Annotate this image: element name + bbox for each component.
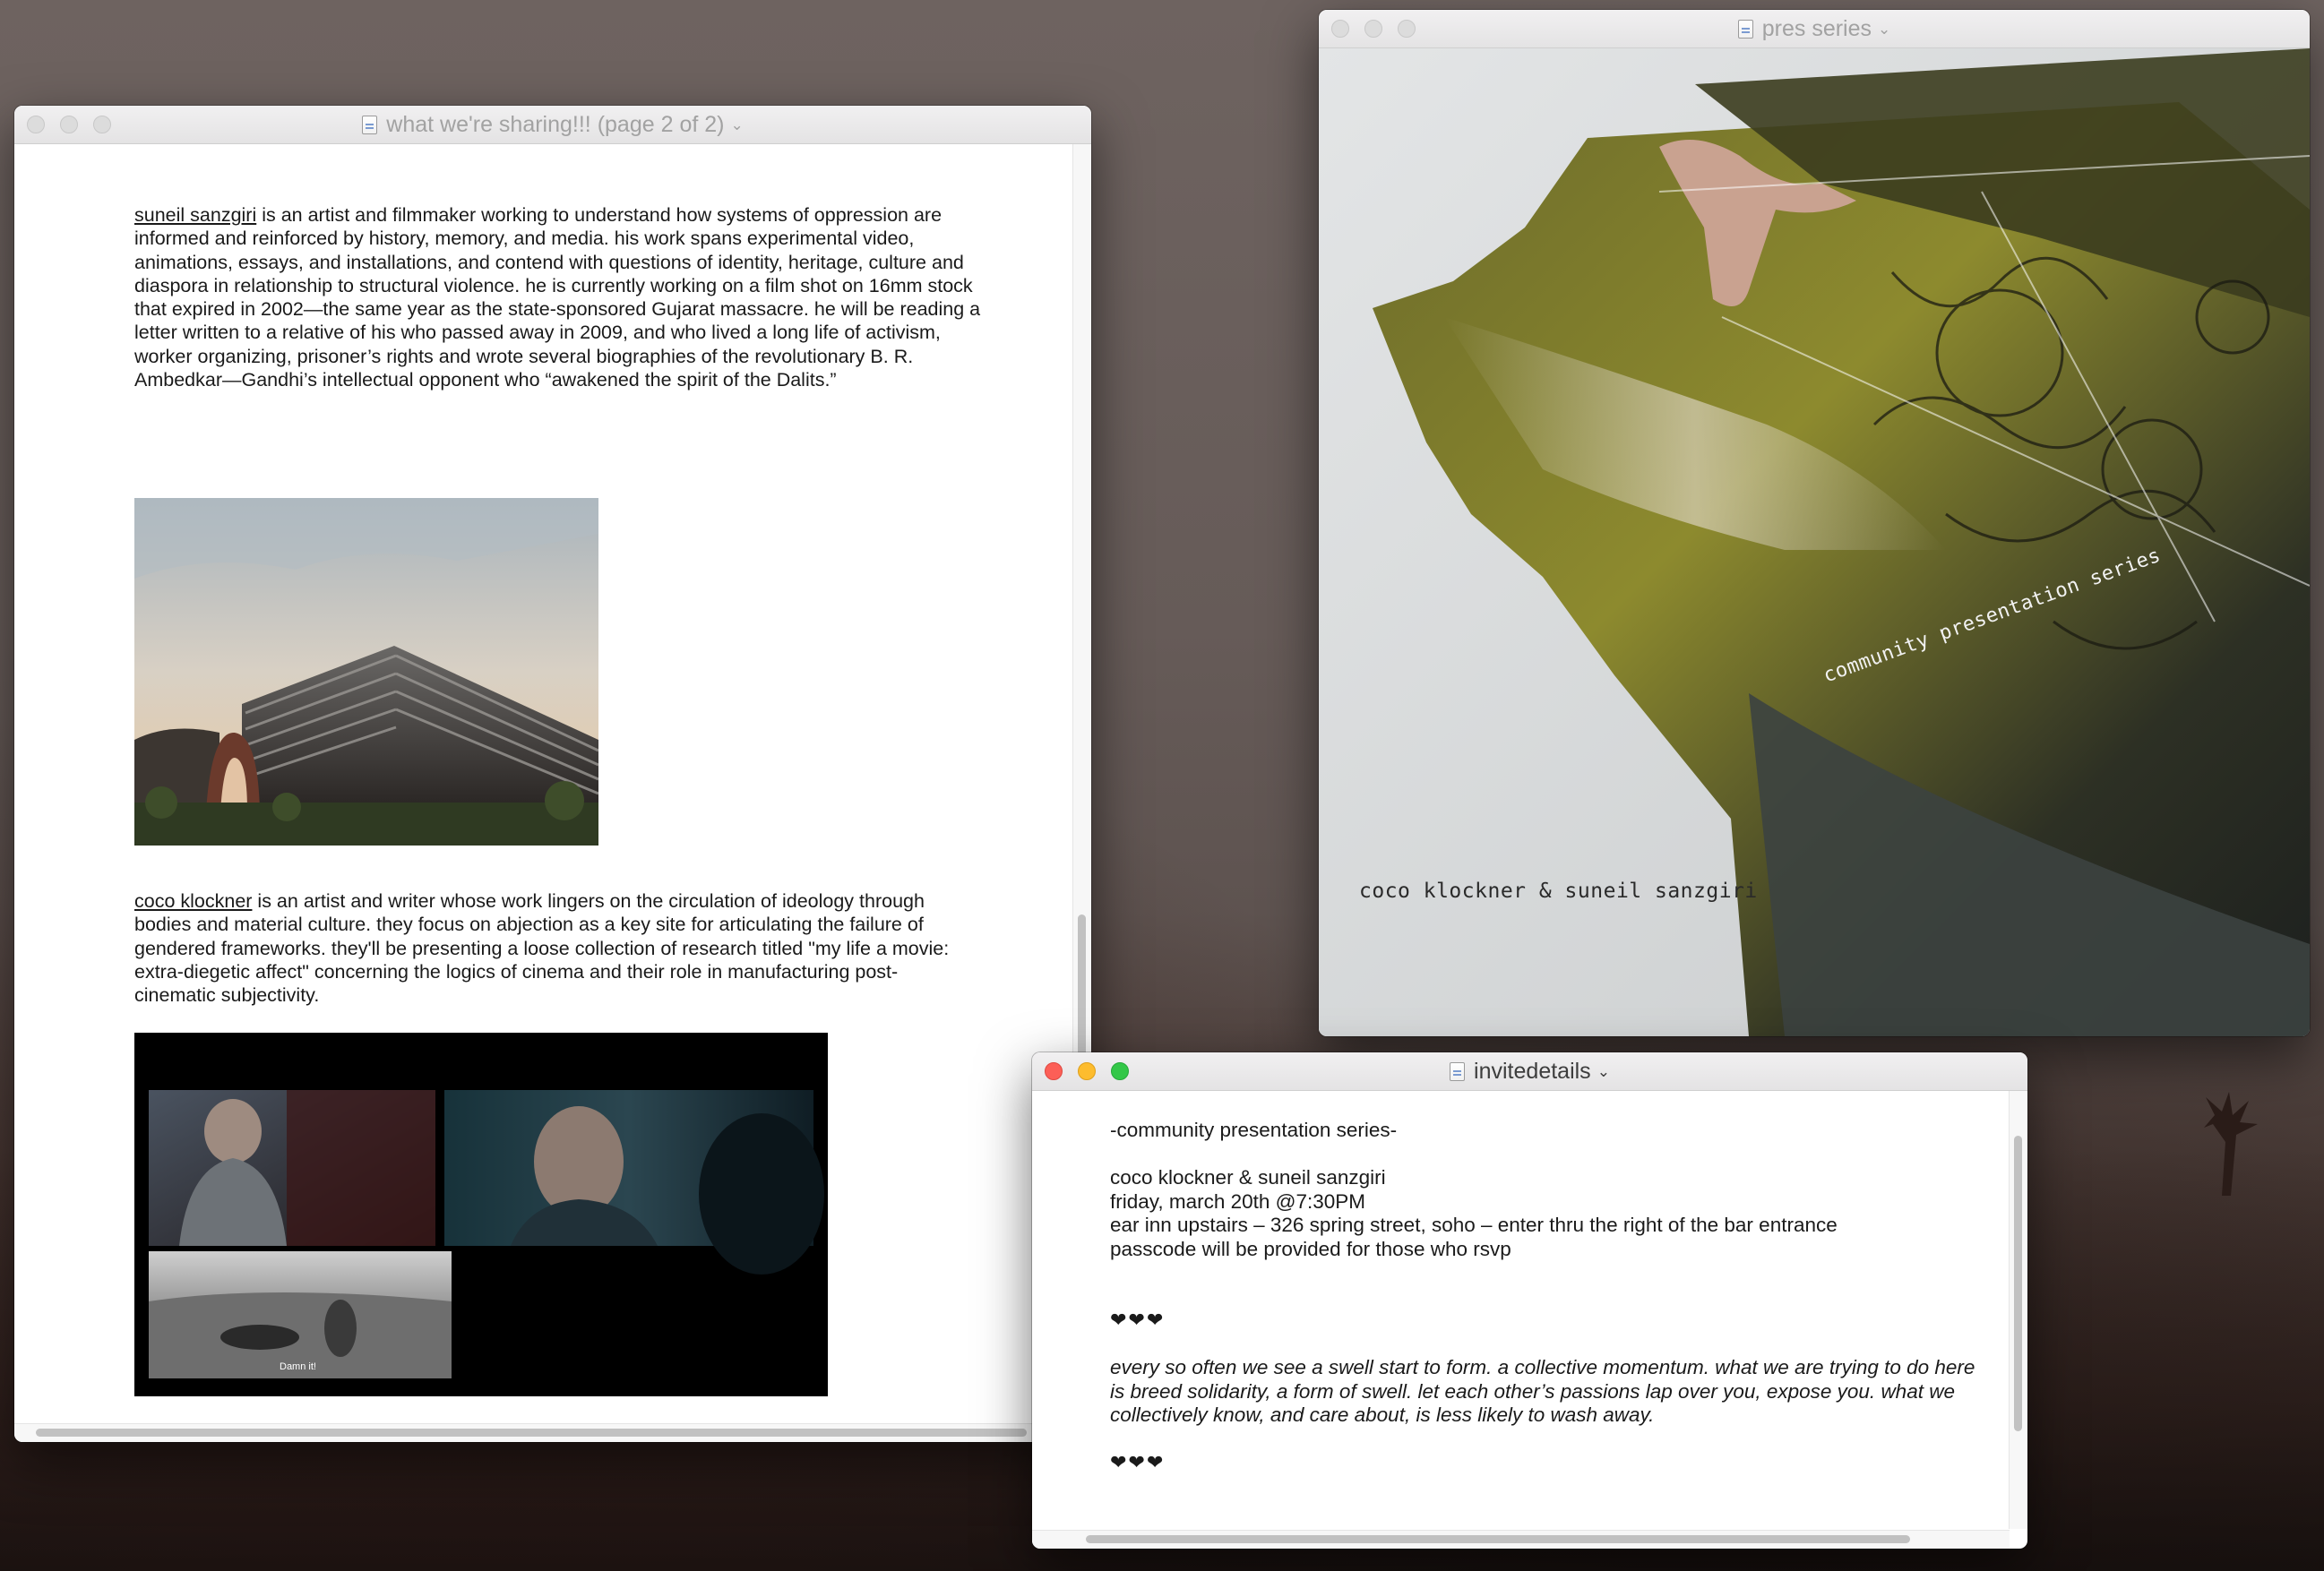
invite-passcode: passcode will be provided for those who … <box>1110 1237 1511 1260</box>
pres-window-titlebar[interactable]: pres series ⌄ <box>1319 10 2310 48</box>
horizontal-scroll-thumb[interactable] <box>1086 1535 1910 1543</box>
close-button[interactable] <box>27 116 45 133</box>
zoom-button[interactable] <box>1398 20 1416 38</box>
invite-names: coco klockner & suneil sanzgiri <box>1110 1166 1386 1189</box>
stills-illustration: Damn it! <box>149 1090 824 1378</box>
presentation-poster-image: community presentation series coco klock… <box>1319 48 2310 1036</box>
invite-venue: ear inn upstairs – 326 spring street, so… <box>1110 1214 1838 1236</box>
photo-museum-building <box>134 498 598 846</box>
zoom-button[interactable] <box>1111 1062 1129 1080</box>
window-controls <box>1331 20 1431 38</box>
invite-details-window[interactable]: invitedetails ⌄ -community presentation s… <box>1032 1052 2027 1549</box>
still-subtitle: Damn it! <box>280 1361 316 1372</box>
invite-statement: every so often we see a swell start to f… <box>1110 1356 1975 1426</box>
window-controls <box>1045 1062 1144 1080</box>
bio-suneil: suneil sanzgiri is an artist and filmmak… <box>134 203 1000 391</box>
sharing-window-titlebar[interactable]: what we're sharing!!! (page 2 of 2) ⌄ <box>14 106 1091 144</box>
name-link-coco[interactable]: coco klockner <box>134 890 252 912</box>
chevron-down-icon[interactable]: ⌄ <box>730 114 743 137</box>
chevron-down-icon[interactable]: ⌄ <box>1597 1060 1610 1084</box>
invite-heading: -community presentation series- <box>1110 1119 1398 1141</box>
bio-coco-text: is an artist and writer whose work linge… <box>134 890 950 1007</box>
zoom-button[interactable] <box>93 116 111 133</box>
document-page: suneil sanzgiri is an artist and filmmak… <box>14 144 1064 1403</box>
document-icon <box>362 116 378 134</box>
close-button[interactable] <box>1331 20 1349 38</box>
name-link-suneil[interactable]: suneil sanzgiri <box>134 204 256 226</box>
document-icon <box>1450 1062 1466 1081</box>
window-title[interactable]: pres series ⌄ <box>1737 16 1890 43</box>
invite-window-titlebar[interactable]: invitedetails ⌄ <box>1032 1052 2027 1091</box>
hearts-divider: ❤❤❤ <box>1110 1309 1166 1331</box>
minimize-button[interactable] <box>60 116 78 133</box>
window-title-text: pres series <box>1761 16 1872 41</box>
poster-names-caption: coco klockner & suneil sanzgiri <box>1359 880 1758 903</box>
film-stills-collage: Damn it! <box>134 1033 828 1396</box>
window-title[interactable]: what we're sharing!!! (page 2 of 2) ⌄ <box>362 112 744 139</box>
wallpaper-tree-silhouette <box>2204 1092 2258 1196</box>
bio-suneil-text: is an artist and filmmaker working to un… <box>134 204 981 391</box>
document-icon <box>1737 20 1753 39</box>
horizontal-scrollbar[interactable] <box>14 1423 1073 1442</box>
window-title[interactable]: invitedetails ⌄ <box>1450 1060 1610 1086</box>
chevron-down-icon[interactable]: ⌄ <box>1878 18 1890 41</box>
window-controls <box>27 116 126 133</box>
vertical-scroll-thumb[interactable] <box>2014 1136 2022 1431</box>
hearts-divider: ❤❤❤ <box>1110 1451 1166 1473</box>
building-illustration <box>134 498 598 846</box>
pres-series-image-window[interactable]: pres series ⌄ community presentation ser… <box>1319 10 2310 1036</box>
minimize-button[interactable] <box>1364 20 1382 38</box>
invite-date: friday, march 20th @7:30PM <box>1110 1189 1366 1213</box>
sharing-document-window[interactable]: what we're sharing!!! (page 2 of 2) ⌄ sun… <box>14 106 1091 1442</box>
close-button[interactable] <box>1045 1062 1063 1080</box>
vertical-scrollbar[interactable] <box>2009 1091 2027 1529</box>
horizontal-scrollbar[interactable] <box>1032 1530 2010 1549</box>
window-title-text: what we're sharing!!! (page 2 of 2) <box>386 112 725 137</box>
minimize-button[interactable] <box>1078 1062 1096 1080</box>
window-title-text: invitedetails <box>1474 1059 1591 1084</box>
invite-text-body[interactable]: -community presentation series- coco klo… <box>1110 1119 1988 1475</box>
bio-coco: coco klockner is an artist and writer wh… <box>134 889 977 1007</box>
horizontal-scroll-thumb[interactable] <box>36 1429 1027 1437</box>
